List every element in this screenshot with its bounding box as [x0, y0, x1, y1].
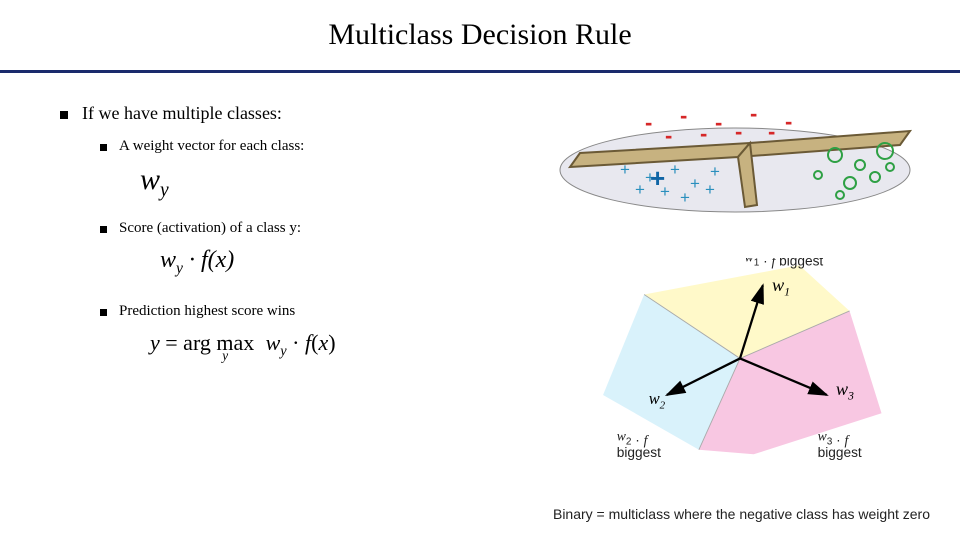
bullet-score: Score (activation) of a class y: — [100, 220, 900, 237]
partition-diagram: --- --- --- +++ +++ +++ + — [550, 95, 920, 215]
svg-text:-: - — [645, 110, 652, 135]
svg-text:+: + — [705, 180, 715, 199]
svg-text:+: + — [650, 163, 665, 193]
bullet-square-icon — [100, 226, 107, 233]
lbl-biggest: biggest — [779, 258, 823, 268]
bullet-main-text: If we have multiple classes: — [82, 103, 282, 124]
svg-text:+: + — [710, 162, 720, 181]
svg-text:-: - — [700, 121, 707, 146]
vector-regions-diagram: w1 · f biggest w1 w2 w3 w2 · f biggest w… — [575, 258, 905, 468]
svg-text:+: + — [670, 160, 680, 179]
svg-text:-: - — [750, 101, 757, 126]
lbl-biggest-2: biggest — [617, 445, 661, 460]
footnote: Binary = multiclass where the negative c… — [553, 506, 930, 522]
bullet-score-text: Score (activation) of a class y: — [119, 220, 301, 237]
bullet-square-icon — [100, 309, 107, 316]
svg-text:w1 · f biggest: w1 · f biggest — [745, 258, 824, 268]
lbl-biggest-3: biggest — [818, 445, 862, 460]
svg-text:+: + — [620, 160, 630, 179]
svg-text:-: - — [680, 103, 687, 128]
svg-text:-: - — [735, 119, 742, 144]
svg-text:+: + — [680, 188, 690, 207]
svg-text:+: + — [690, 174, 700, 193]
svg-text:-: - — [665, 123, 672, 148]
slide-title: Multiclass Decision Rule — [0, 0, 960, 70]
svg-text:-: - — [715, 110, 722, 135]
bullet-weight-vector-text: A weight vector for each class: — [119, 138, 304, 155]
svg-text:-: - — [768, 119, 775, 144]
svg-text:+: + — [635, 180, 645, 199]
svg-text:-: - — [785, 109, 792, 134]
bullet-prediction-text: Prediction highest score wins — [119, 303, 295, 320]
bullet-square-icon — [60, 111, 68, 119]
bullet-square-icon — [100, 144, 107, 151]
